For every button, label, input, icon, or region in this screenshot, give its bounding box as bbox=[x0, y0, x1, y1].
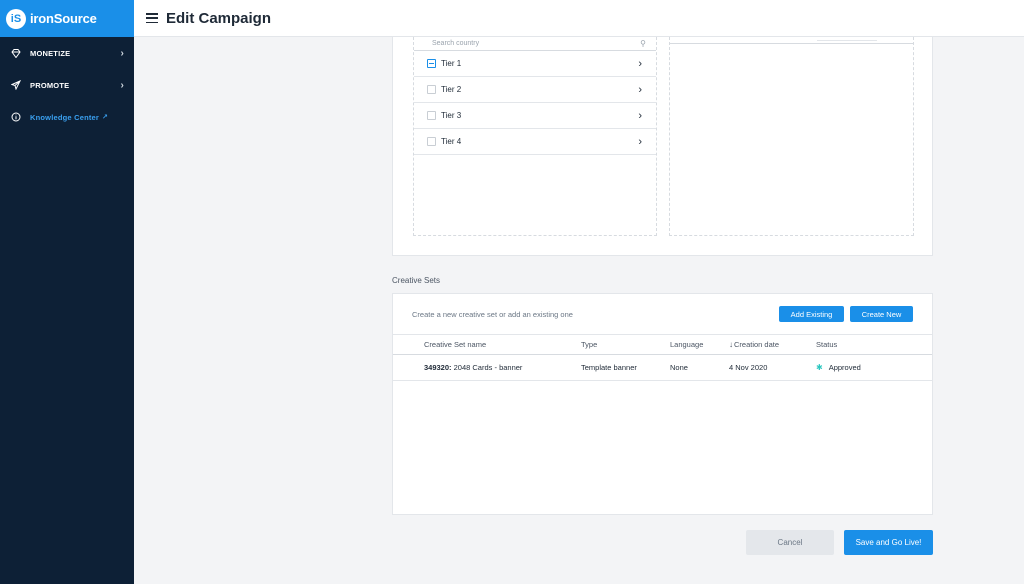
sidebar-item-label: MONETIZE bbox=[30, 48, 71, 58]
search-input[interactable]: Search country bbox=[432, 40, 640, 47]
save-and-go-live-button[interactable]: Save and Go Live! bbox=[844, 530, 933, 555]
type-cell: Template banner bbox=[581, 363, 637, 372]
creative-sets-hint: Create a new creative set or add an exis… bbox=[412, 309, 573, 319]
creative-sets-toolbar: Create a new creative set or add an exis… bbox=[393, 294, 932, 335]
paper-plane-icon bbox=[11, 80, 21, 90]
chevron-right-icon[interactable]: › bbox=[638, 110, 642, 122]
sidebar-item-label: Knowledge Center bbox=[30, 112, 100, 122]
chevron-right-icon: › bbox=[120, 79, 124, 91]
external-link-icon: ↗ bbox=[102, 114, 109, 121]
tier-checkbox[interactable] bbox=[427, 137, 436, 146]
chevron-right-icon: › bbox=[120, 47, 124, 59]
creative-set-name-cell: 349320: 2048 Cards - banner bbox=[424, 363, 522, 372]
status-cell: ✱ Approved bbox=[816, 363, 861, 372]
ironsource-logo: iS bbox=[6, 8, 26, 29]
tier-label: Tier 3 bbox=[441, 111, 462, 120]
countries-panel: Search country ⚲ Tier 1 › Tier 2 › Tier … bbox=[392, 37, 933, 256]
tier-row[interactable]: Tier 4 › bbox=[414, 129, 656, 155]
chevron-right-icon[interactable]: › bbox=[638, 84, 642, 96]
search-icon: ⚲ bbox=[640, 39, 646, 48]
column-header-type[interactable]: Type bbox=[581, 340, 597, 349]
column-header-status[interactable]: Status bbox=[816, 340, 837, 349]
tier-checkbox[interactable] bbox=[427, 85, 436, 94]
creation-date-cell: 4 Nov 2020 bbox=[729, 363, 768, 372]
creative-set-name: 2048 Cards - banner bbox=[453, 363, 523, 372]
tier-checkbox[interactable] bbox=[427, 59, 436, 68]
brand-bar[interactable]: iS ironSource bbox=[0, 0, 134, 37]
tier-label: Tier 4 bbox=[441, 137, 462, 146]
sort-down-arrow-icon: ↓ bbox=[729, 340, 733, 349]
selected-list-header bbox=[670, 37, 913, 44]
creative-set-id: 349320: bbox=[424, 363, 452, 372]
tier-label: Tier 1 bbox=[441, 59, 462, 68]
sidebar: iS ironSource MONETIZE › PROMOTE › Knowl… bbox=[0, 0, 134, 584]
column-header-label: Creation date bbox=[734, 340, 780, 349]
table-row[interactable]: 349320: 2048 Cards - banner Template ban… bbox=[393, 355, 932, 381]
column-header-language[interactable]: Language bbox=[670, 340, 703, 349]
tier-checkbox[interactable] bbox=[427, 111, 436, 120]
tier-row[interactable]: Tier 2 › bbox=[414, 77, 656, 103]
tier-list: Search country ⚲ Tier 1 › Tier 2 › Tier … bbox=[413, 37, 657, 236]
status-badge: Approved bbox=[828, 363, 861, 372]
create-new-button[interactable]: Create New bbox=[850, 306, 913, 322]
tier-label: Tier 2 bbox=[441, 85, 462, 94]
sidebar-item-knowledge-center[interactable]: Knowledge Center ↗ bbox=[0, 101, 134, 133]
top-header: Edit Campaign bbox=[134, 0, 1024, 37]
tier-row[interactable]: Tier 1 › bbox=[414, 51, 656, 77]
sidebar-item-promote[interactable]: PROMOTE › bbox=[0, 69, 134, 101]
creative-sets-panel: Create a new creative set or add an exis… bbox=[392, 293, 933, 515]
status-approved-icon: ✱ bbox=[816, 363, 823, 372]
tier-row[interactable]: Tier 3 › bbox=[414, 103, 656, 129]
country-search[interactable]: Search country ⚲ bbox=[414, 37, 656, 51]
sidebar-item-label: PROMOTE bbox=[30, 80, 70, 90]
language-cell: None bbox=[670, 363, 688, 372]
info-icon bbox=[11, 112, 21, 122]
chevron-right-icon[interactable]: › bbox=[638, 136, 642, 148]
chevron-right-icon[interactable]: › bbox=[638, 58, 642, 70]
table-header: Creative Set name Type Language ↓Creatio… bbox=[393, 335, 932, 355]
column-header-name[interactable]: Creative Set name bbox=[424, 340, 486, 349]
column-header-creation-date[interactable]: ↓Creation date bbox=[729, 340, 779, 349]
cancel-button[interactable]: Cancel bbox=[746, 530, 834, 555]
diamond-icon bbox=[11, 48, 21, 58]
hamburger-menu-icon[interactable] bbox=[146, 13, 158, 23]
sidebar-item-monetize[interactable]: MONETIZE › bbox=[0, 37, 134, 69]
page-title: Edit Campaign bbox=[166, 9, 272, 27]
add-existing-button[interactable]: Add Existing bbox=[779, 306, 844, 322]
selected-countries-list bbox=[669, 37, 914, 236]
creative-sets-title: Creative Sets bbox=[392, 276, 441, 285]
brand-name: ironSource bbox=[30, 11, 97, 26]
